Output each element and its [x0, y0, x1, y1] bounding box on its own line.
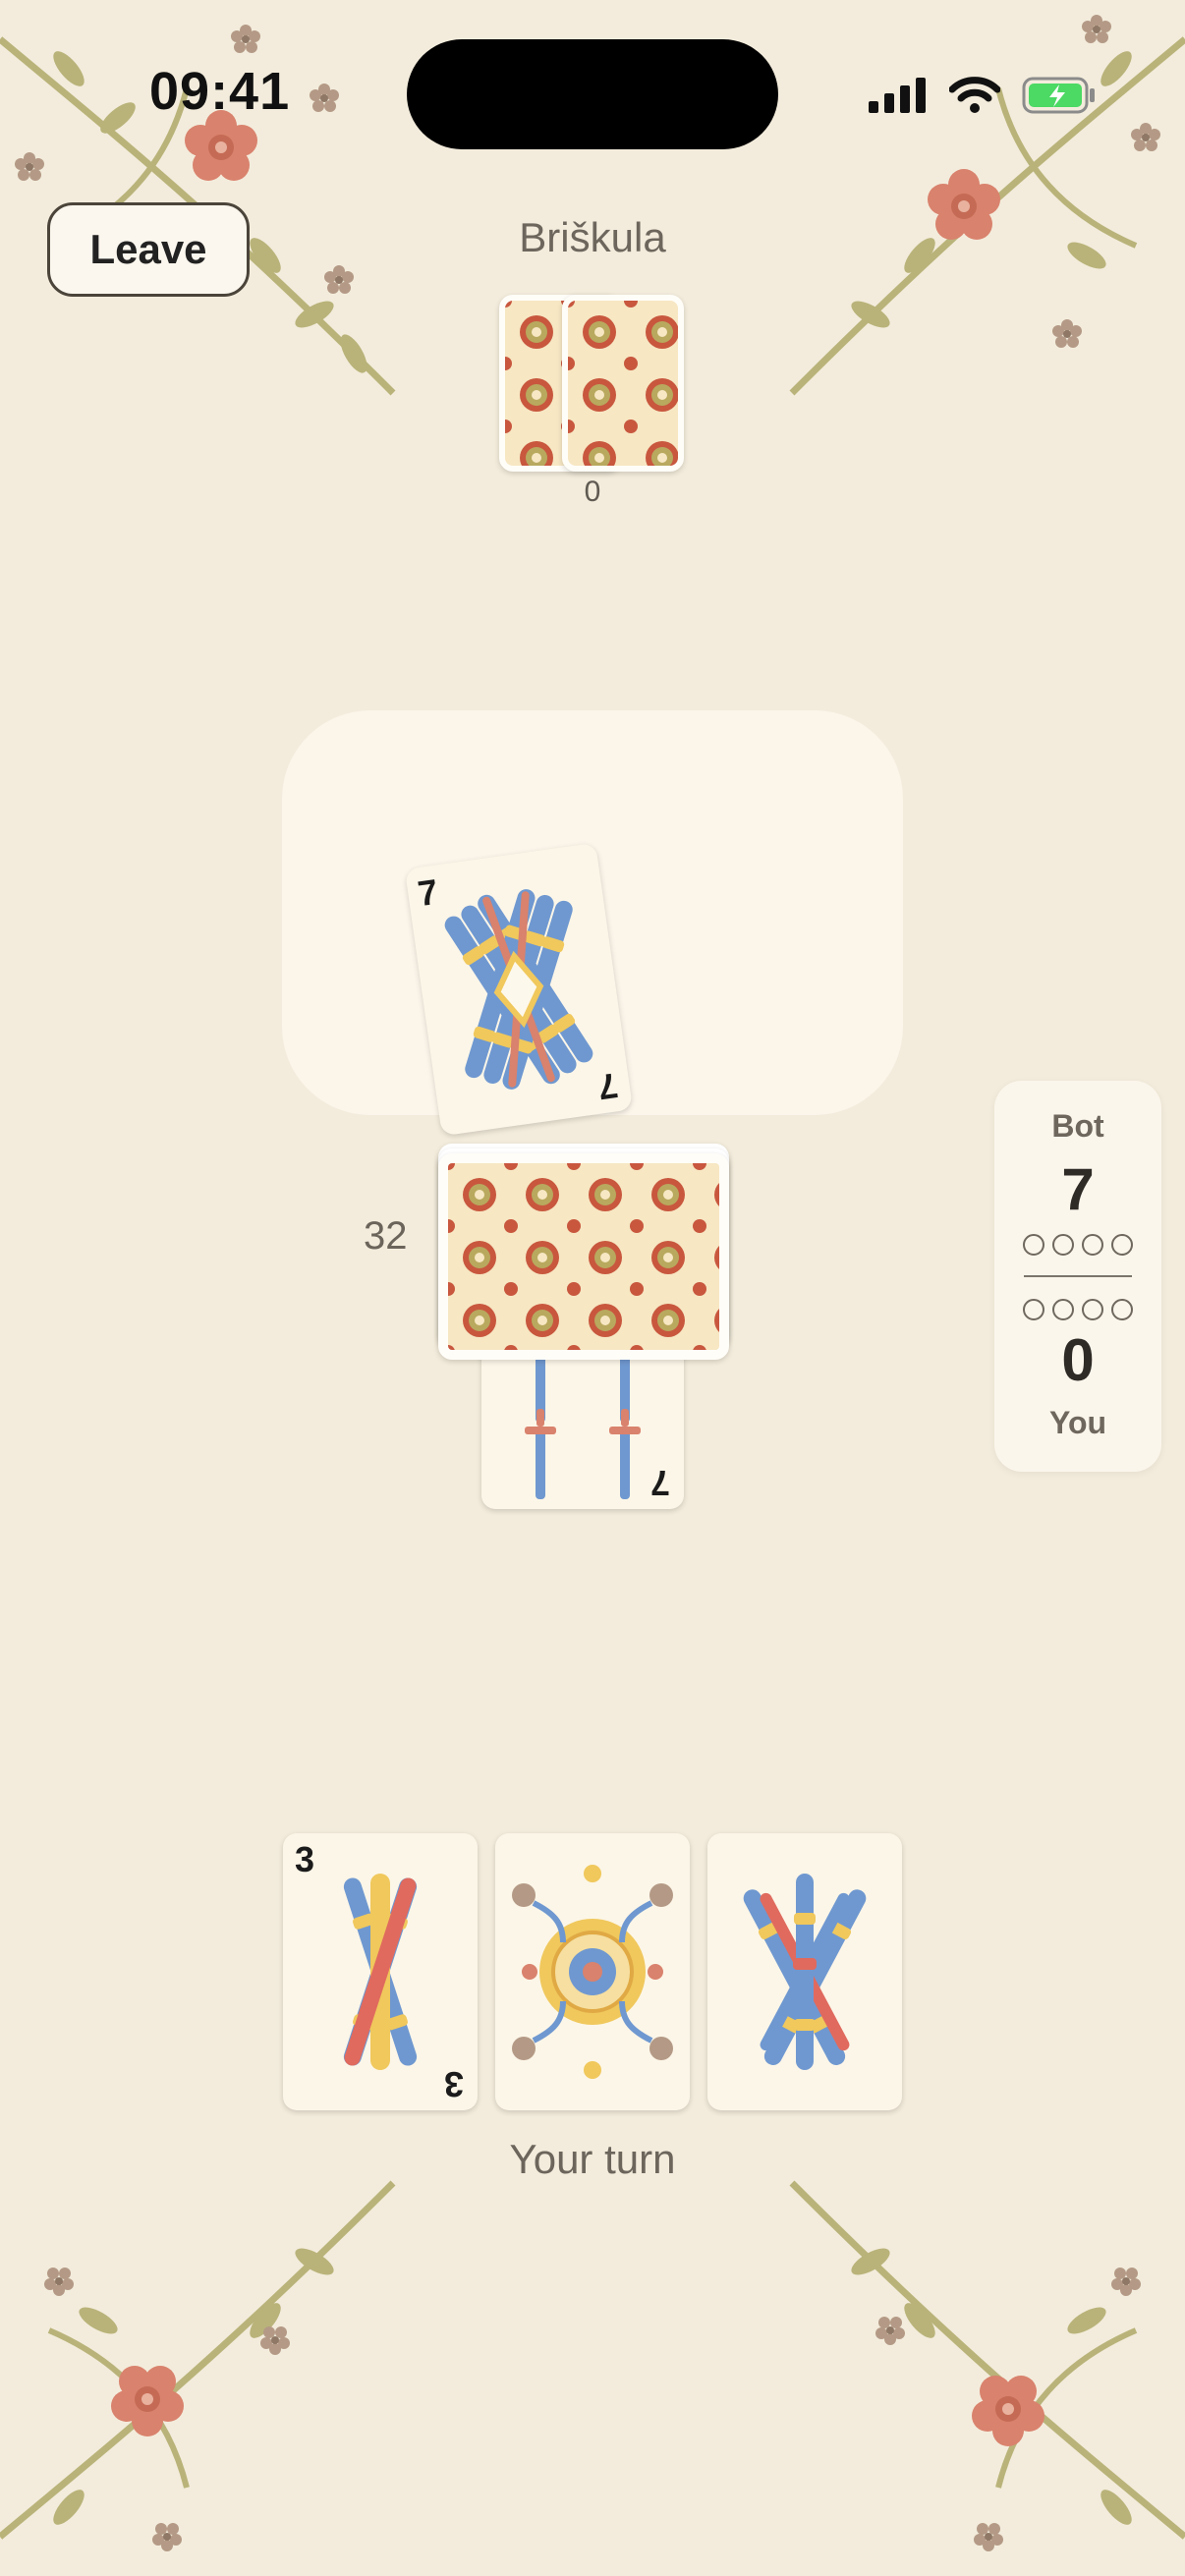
- game-title: Briškula: [519, 214, 666, 260]
- bot-points: 7: [1061, 1156, 1095, 1222]
- opponent-card-count: 0: [584, 476, 601, 508]
- turn-status: Your turn: [509, 2136, 676, 2182]
- floral-decoration-bottom-right: [789, 2180, 1185, 2551]
- score-divider: [1024, 1275, 1132, 1277]
- deck-count: 32: [364, 1214, 408, 1258]
- hand-card[interactable]: [495, 1833, 690, 2110]
- dynamic-island: [407, 39, 778, 149]
- floral-decoration-bottom-left: [0, 2180, 396, 2551]
- battery-charging-icon: [1022, 77, 1095, 114]
- player-hand: 3 3: [283, 1833, 902, 2112]
- deck-top-card: [438, 1153, 729, 1360]
- clubs-icon: [439, 886, 598, 1092]
- status-icons: [869, 77, 1097, 114]
- clubs-icon: [339, 1874, 422, 2070]
- floral-decoration-top-right: [789, 15, 1185, 396]
- wifi-icon: [949, 77, 1000, 113]
- player-points: 0: [1061, 1327, 1095, 1393]
- bot-label: Bot: [1051, 1108, 1104, 1144]
- trump-card-rank: 7: [649, 1463, 670, 1503]
- player-games-indicator: [994, 1299, 1161, 1320]
- clubs-icon: [738, 1874, 872, 2070]
- bot-games-indicator: [994, 1234, 1161, 1256]
- hand-card[interactable]: 3 3: [283, 1833, 478, 2110]
- draw-deck[interactable]: [438, 1144, 729, 1360]
- cellular-signal-icon: [869, 78, 926, 113]
- player-label: You: [1048, 1405, 1107, 1440]
- opponent-hand: [499, 295, 686, 474]
- opponent-card: [562, 295, 684, 472]
- coins-icon: [512, 1865, 673, 2079]
- played-card: 7 7: [404, 842, 634, 1137]
- score-panel: Bot 7 0 You: [994, 1081, 1161, 1472]
- hand-card[interactable]: [707, 1833, 902, 2110]
- status-time: 09:41: [149, 62, 291, 121]
